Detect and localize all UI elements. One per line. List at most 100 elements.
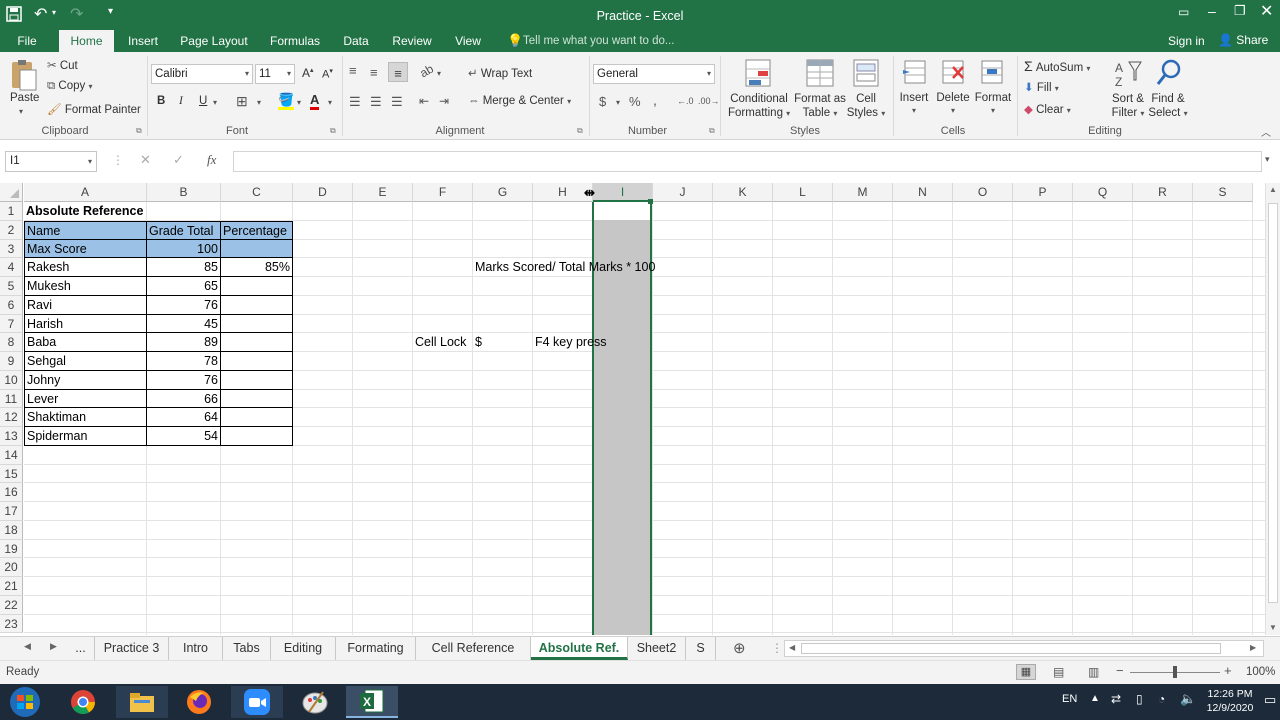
- row-header-4[interactable]: 4: [0, 258, 23, 277]
- cell-student-name[interactable]: Rakesh: [24, 258, 147, 277]
- cell-student-percentage[interactable]: [221, 427, 293, 446]
- cell-student-total[interactable]: 54: [147, 427, 221, 446]
- decrease-decimal-icon[interactable]: .00→: [698, 96, 720, 106]
- alignment-launcher-icon[interactable]: ⧉: [577, 126, 583, 136]
- scroll-left-icon[interactable]: ◀: [789, 643, 795, 652]
- tab-view[interactable]: View: [450, 30, 486, 52]
- cell-student-name[interactable]: Johny: [24, 370, 147, 390]
- insert-cells-button[interactable]: Insert ▾: [899, 92, 929, 116]
- cell-student-percentage[interactable]: [221, 408, 293, 427]
- decrease-indent-icon[interactable]: ⇤: [419, 94, 429, 108]
- collapse-ribbon-icon[interactable]: ︿: [1261, 124, 1271, 139]
- paste-dropdown-icon[interactable]: ▾: [19, 107, 23, 116]
- row-header-9[interactable]: 9: [0, 352, 23, 371]
- cell-student-total[interactable]: 85: [147, 258, 221, 277]
- cell-b3-max-value[interactable]: 100: [147, 239, 221, 259]
- sheet-tab-absolute-ref[interactable]: Absolute Ref.: [531, 637, 628, 660]
- expand-formula-bar-icon[interactable]: ▾: [1265, 154, 1270, 165]
- row-header-22[interactable]: 22: [0, 595, 23, 615]
- middle-align-icon[interactable]: ≡: [370, 65, 378, 80]
- clear-button[interactable]: ◆ Clear ▾: [1024, 102, 1071, 116]
- row-header-7[interactable]: 7: [0, 314, 23, 334]
- cell-a1-title[interactable]: Absolute Reference: [24, 202, 267, 221]
- find-select-button[interactable]: Find & Select ▾: [1148, 92, 1188, 121]
- tab-formulas[interactable]: Formulas: [266, 30, 324, 52]
- cell-student-name[interactable]: Sehgal: [24, 352, 147, 371]
- sheet-tab-tabs[interactable]: Tabs: [223, 637, 271, 660]
- sheet-tab-sheet2[interactable]: Sheet2: [628, 637, 686, 660]
- align-right-icon[interactable]: ☰: [391, 94, 403, 110]
- chrome-icon[interactable]: [57, 686, 109, 718]
- scroll-tabs-right-icon[interactable]: ▶: [50, 641, 57, 652]
- row-header-2[interactable]: 2: [0, 220, 23, 240]
- horizontal-scrollbar[interactable]: ◀ ▶: [784, 640, 1264, 657]
- row-header-14[interactable]: 14: [0, 445, 23, 465]
- increase-indent-icon[interactable]: ⇥: [439, 94, 449, 108]
- format-as-table-button[interactable]: Format as Table ▾: [792, 92, 848, 121]
- comma-style-button[interactable]: ,: [653, 92, 657, 108]
- font-color-icon[interactable]: A: [310, 92, 320, 110]
- scroll-down-icon[interactable]: ▼: [1269, 623, 1277, 632]
- row-header-5[interactable]: 5: [0, 277, 23, 296]
- paste-icon[interactable]: [8, 58, 38, 91]
- font-size-select[interactable]: 11 ▾: [255, 64, 295, 84]
- column-header-b[interactable]: B: [147, 183, 221, 202]
- sort-filter-button[interactable]: Sort & Filter ▾: [1106, 92, 1150, 121]
- paint-icon[interactable]: [289, 686, 341, 718]
- zoom-slider-thumb[interactable]: [1173, 666, 1177, 678]
- zoom-level[interactable]: 100%: [1246, 666, 1275, 678]
- column-header-s[interactable]: S: [1193, 183, 1253, 202]
- more-sheets-button[interactable]: ...: [67, 637, 95, 660]
- column-header-j[interactable]: J: [653, 183, 713, 202]
- tab-review[interactable]: Review: [388, 30, 436, 52]
- vertical-scrollbar[interactable]: ▲ ▼: [1265, 183, 1280, 635]
- column-header-d[interactable]: D: [293, 183, 353, 202]
- cell-student-percentage[interactable]: [221, 370, 293, 390]
- tab-split-icon[interactable]: ⋮: [771, 641, 783, 655]
- row-header-10[interactable]: 10: [0, 370, 23, 390]
- cell-student-percentage[interactable]: 85%: [221, 258, 293, 277]
- cell-student-percentage[interactable]: [221, 333, 293, 352]
- column-header-m[interactable]: M: [833, 183, 893, 202]
- share-button[interactable]: 👤 Share: [1218, 33, 1268, 47]
- cell-a3-max-score[interactable]: Max Score: [24, 239, 147, 259]
- borders-icon[interactable]: ⊞: [236, 93, 248, 110]
- borders-dropdown-icon[interactable]: ▾: [257, 98, 261, 107]
- merge-center-button[interactable]: ⇔ Merge & Center ▾: [468, 95, 571, 107]
- cell-student-name[interactable]: Mukesh: [24, 277, 147, 296]
- column-header-i[interactable]: I: [593, 183, 653, 202]
- select-all-corner[interactable]: [0, 183, 23, 202]
- row-header-8[interactable]: 8: [0, 333, 23, 352]
- cell-student-total[interactable]: 64: [147, 408, 221, 427]
- restore-icon[interactable]: ❐: [1234, 3, 1246, 19]
- notifications-icon[interactable]: ▭: [1264, 692, 1276, 708]
- column-header-n[interactable]: N: [893, 183, 953, 202]
- scroll-up-icon[interactable]: ▲: [1269, 185, 1277, 194]
- column-header-g[interactable]: G: [473, 183, 533, 202]
- align-left-icon[interactable]: ☰: [349, 94, 361, 110]
- battery-icon[interactable]: ▯: [1136, 692, 1143, 706]
- new-sheet-icon[interactable]: ⊕: [733, 639, 746, 657]
- column-header-a[interactable]: A: [24, 183, 147, 202]
- cell-student-name[interactable]: Harish: [24, 314, 147, 334]
- top-align-icon[interactable]: ≡: [349, 63, 357, 78]
- clipboard-launcher-icon[interactable]: ⧉: [136, 126, 142, 136]
- column-header-f[interactable]: F: [413, 183, 473, 202]
- increase-decimal-icon[interactable]: ←.0: [677, 96, 694, 106]
- cell-student-percentage[interactable]: [221, 314, 293, 334]
- tab-home[interactable]: Home: [59, 30, 114, 52]
- close-icon[interactable]: ✕: [1260, 1, 1273, 21]
- cell-g8-dollar[interactable]: $: [473, 333, 533, 352]
- page-layout-view-icon[interactable]: ▤: [1053, 665, 1064, 679]
- underline-dropdown-icon[interactable]: ▾: [213, 98, 217, 107]
- delete-cells-button[interactable]: Delete ▾: [936, 92, 970, 116]
- cell-a2-header[interactable]: Name: [24, 220, 147, 240]
- scroll-tabs-left-icon[interactable]: ◀: [24, 641, 31, 652]
- sheet-tab-formating[interactable]: Formating: [336, 637, 416, 660]
- fill-color-icon[interactable]: 🪣: [278, 92, 295, 110]
- minimize-icon[interactable]: –: [1208, 3, 1216, 19]
- cell-student-name[interactable]: Spiderman: [24, 427, 147, 446]
- language-indicator[interactable]: EN: [1062, 693, 1077, 705]
- name-box[interactable]: I1 ▾: [5, 151, 97, 172]
- row-header-6[interactable]: 6: [0, 295, 23, 315]
